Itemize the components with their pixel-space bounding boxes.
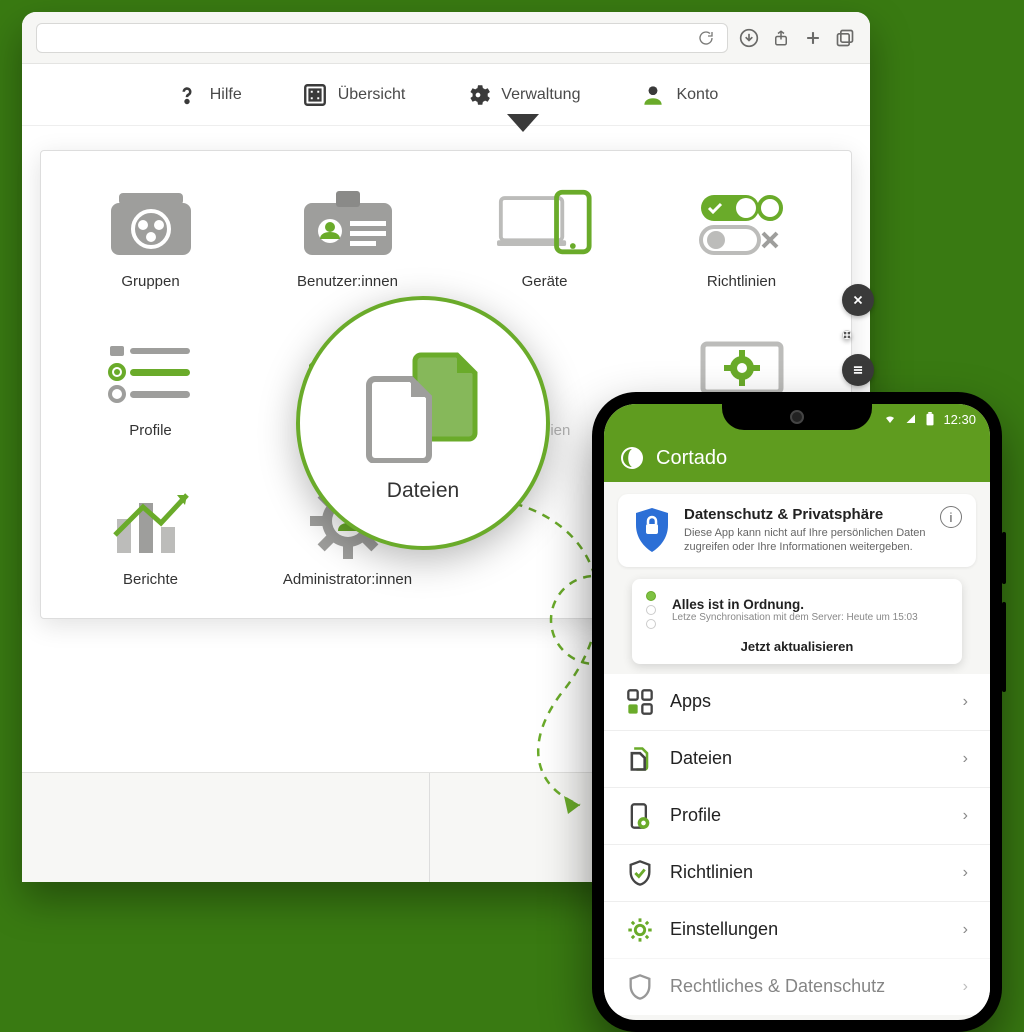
browser-chrome-bar	[22, 12, 870, 64]
tile-devices[interactable]: Geräte	[461, 185, 628, 290]
reports-chart-icon	[103, 483, 199, 559]
share-icon[interactable]	[770, 27, 792, 49]
menu-apps[interactable]: Apps ›	[604, 674, 990, 730]
groups-icon	[103, 185, 199, 261]
files-magnified-icon	[353, 343, 493, 463]
info-icon[interactable]: i	[940, 506, 962, 528]
tile-label: Richtlinien	[707, 273, 776, 290]
grid-icon	[302, 82, 328, 108]
privacy-desc: Diese App kann nicht auf Ihre persönlich…	[684, 526, 928, 555]
menu-legal[interactable]: Rechtliches & Datenschutz ›	[604, 958, 990, 1015]
tile-label: Benutzer:innen	[297, 273, 398, 290]
url-bar[interactable]	[36, 23, 728, 53]
privacy-title: Datenschutz & Privatsphäre	[684, 506, 928, 523]
grid-panel-button[interactable]	[842, 330, 852, 340]
nav-administration[interactable]: Verwaltung	[465, 82, 580, 108]
nav-account[interactable]: Konto	[640, 82, 718, 108]
privacy-card: Datenschutz & Privatsphäre Diese App kan…	[618, 494, 976, 567]
nav-overview[interactable]: Übersicht	[302, 82, 406, 108]
privacy-shield-icon	[632, 506, 672, 554]
files-magnifier: Dateien	[296, 296, 550, 550]
nav-label: Hilfe	[210, 86, 242, 104]
menu-label: Apps	[670, 691, 947, 712]
magnifier-label: Dateien	[387, 479, 459, 503]
tile-users[interactable]: Benutzer:innen	[264, 185, 431, 290]
toggle-policies-icon	[694, 185, 790, 261]
download-icon[interactable]	[738, 27, 760, 49]
tile-profiles[interactable]: Profile	[67, 334, 234, 439]
profile-icon	[626, 802, 654, 830]
status-title: Alles ist in Ordnung.	[672, 597, 948, 612]
top-nav: Hilfe Übersicht Verwaltung Konto	[22, 64, 870, 126]
nav-label: Übersicht	[338, 86, 406, 104]
nav-label: Verwaltung	[501, 86, 580, 104]
reload-icon[interactable]	[695, 27, 717, 49]
tile-label: Administrator:innen	[283, 571, 412, 588]
tile-label: Berichte	[123, 571, 178, 588]
chevron-right-icon: ›	[963, 978, 968, 996]
menu-label: Profile	[670, 805, 947, 826]
menu-label: Rechtliches & Datenschutz	[670, 976, 947, 997]
menu-label: Einstellungen	[670, 919, 947, 940]
app-header: Cortado	[604, 434, 990, 482]
tile-label: Geräte	[522, 273, 568, 290]
gear-icon	[626, 916, 654, 944]
tile-reports[interactable]: Berichte	[67, 483, 234, 588]
chevron-right-icon: ›	[963, 864, 968, 882]
nav-label: Konto	[676, 86, 718, 104]
shield-check-icon	[626, 859, 654, 887]
id-badge-icon	[300, 185, 396, 261]
menu-profiles[interactable]: Profile ›	[604, 787, 990, 844]
panel-action-dots	[842, 284, 874, 386]
wifi-icon	[883, 413, 897, 425]
sync-status-card: Alles ist in Ordnung. Letze Synchronisat…	[632, 579, 962, 664]
chevron-right-icon: ›	[963, 693, 968, 711]
account-icon	[640, 82, 666, 108]
status-time: 12:30	[943, 412, 976, 427]
status-subtitle: Letze Synchronisation mit dem Server: He…	[672, 612, 948, 623]
app-title: Cortado	[656, 447, 727, 470]
refresh-now-button[interactable]: Jetzt aktualisieren	[646, 639, 948, 654]
tile-groups[interactable]: Gruppen	[67, 185, 234, 290]
nav-help[interactable]: Hilfe	[174, 82, 242, 108]
traffic-light-icon	[646, 591, 660, 629]
files-icon	[626, 745, 654, 773]
list-panel-button[interactable]	[842, 354, 874, 386]
menu-files[interactable]: Dateien ›	[604, 730, 990, 787]
phone-device: 12:30 Cortado Datenschutz & Privatsphäre…	[592, 392, 1002, 1032]
apps-icon	[626, 688, 654, 716]
menu-label: Dateien	[670, 748, 947, 769]
tile-policies[interactable]: Richtlinien	[658, 185, 825, 290]
devices-icon	[497, 185, 593, 261]
plus-icon[interactable]	[802, 27, 824, 49]
app-logo-icon	[620, 446, 644, 470]
legal-icon	[626, 973, 654, 1001]
chevron-right-icon: ›	[963, 750, 968, 768]
chevron-right-icon: ›	[963, 921, 968, 939]
profile-list-icon	[103, 334, 199, 410]
tile-label: Gruppen	[121, 273, 179, 290]
menu-policies[interactable]: Richtlinien ›	[604, 844, 990, 901]
chevron-right-icon: ›	[963, 807, 968, 825]
menu-label: Richtlinien	[670, 862, 947, 883]
help-icon	[174, 82, 200, 108]
close-panel-button[interactable]	[842, 284, 874, 316]
signal-icon	[905, 413, 917, 425]
tile-label: Profile	[129, 422, 172, 439]
gear-icon	[465, 82, 491, 108]
tabs-icon[interactable]	[834, 27, 856, 49]
phone-screen: 12:30 Cortado Datenschutz & Privatsphäre…	[604, 404, 990, 1020]
battery-icon	[925, 412, 935, 426]
menu-settings[interactable]: Einstellungen ›	[604, 901, 990, 958]
phone-notch	[722, 404, 872, 430]
menu-list: Apps › Dateien › Profile › Richtlinien ›…	[604, 674, 990, 1015]
